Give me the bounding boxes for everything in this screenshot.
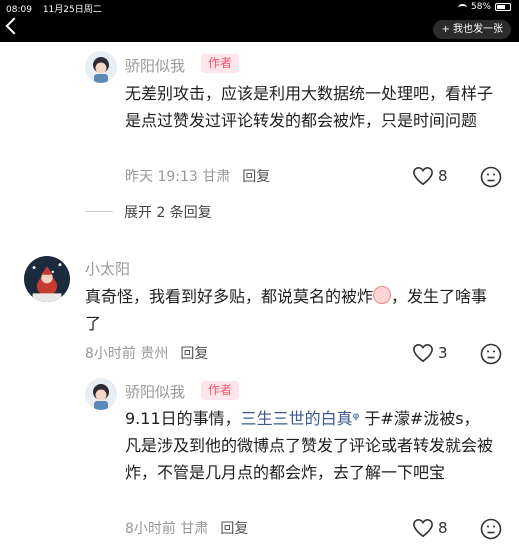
like-count: 3 xyxy=(438,344,448,362)
system-indicators: 58% xyxy=(457,2,511,12)
mention-link[interactable]: 三生三世的白真 xyxy=(241,409,353,428)
search-icon[interactable]: ᵠ xyxy=(353,409,360,428)
comment-meta: 8小时前 贵州 回复 xyxy=(85,343,208,363)
comment-time-location: 8小时前 贵州 xyxy=(85,346,169,362)
status-date: 11月25日周二 xyxy=(42,5,102,15)
dislike-icon[interactable] xyxy=(480,166,502,188)
avatar[interactable] xyxy=(85,378,117,410)
author-badge: 作者 xyxy=(201,54,240,73)
like-button[interactable]: 8 xyxy=(412,166,448,186)
comment-text-part: 9.11日的事情， xyxy=(125,409,241,428)
avatar[interactable] xyxy=(24,256,70,302)
comment-text-part: 真奇怪，我看到好多贴，都说莫名的被炸 xyxy=(85,287,374,306)
avatar-image xyxy=(85,51,117,83)
comment-time-location: 昨天 19:13 甘肃 xyxy=(125,169,231,185)
like-button[interactable]: 3 xyxy=(412,343,448,363)
comment-text: 真奇怪，我看到好多贴，都说莫名的被炸 ，发生了啥事了 xyxy=(85,283,495,337)
comment-author[interactable]: 骄阳似我 xyxy=(125,381,185,402)
status-time: 08:09 xyxy=(6,5,32,15)
back-icon[interactable] xyxy=(5,17,23,35)
top-bar: 08:09 11月25日周二 58% + 我也发一张 xyxy=(0,0,519,42)
expand-replies-button[interactable]: 展开 2 条回复 xyxy=(124,202,212,222)
comment-author[interactable]: 小太阳 xyxy=(85,258,130,279)
divider xyxy=(85,211,113,212)
heart-icon xyxy=(413,166,433,186)
crying-emoji-icon xyxy=(373,286,392,304)
comment-author[interactable]: 骄阳似我 xyxy=(125,55,185,76)
heart-icon xyxy=(413,518,433,538)
wifi-icon xyxy=(457,3,467,11)
avatar-image xyxy=(24,256,70,302)
like-button[interactable]: 8 xyxy=(412,518,448,538)
comment-time-location: 8小时前 甘肃 xyxy=(125,521,209,537)
reply-button[interactable]: 回复 xyxy=(220,521,248,537)
dislike-icon[interactable] xyxy=(480,518,502,540)
battery-icon xyxy=(495,3,511,11)
author-badge: 作者 xyxy=(201,381,240,400)
reply-button[interactable]: 回复 xyxy=(180,346,208,362)
avatar-image xyxy=(85,378,117,410)
reply-button[interactable]: 回复 xyxy=(242,169,270,185)
like-count: 8 xyxy=(438,167,448,185)
comment-meta: 昨天 19:13 甘肃 回复 xyxy=(125,166,270,186)
comment-text: 9.11日的事情，三生三世的白真ᵠ 于#濛#泷被s，凡是涉及到他的微博点了赞发了… xyxy=(125,405,495,486)
avatar[interactable] xyxy=(85,51,117,83)
new-post-button[interactable]: + 我也发一张 xyxy=(433,20,511,39)
like-count: 8 xyxy=(438,519,448,537)
status-bar: 08:09 11月25日周二 xyxy=(6,2,110,15)
heart-icon xyxy=(413,343,433,363)
battery-percent: 58% xyxy=(470,2,491,12)
comment-text: 无差别攻击，应该是利用大数据统一处理吧，看样子是点过赞发过评论转发的都会被炸，只… xyxy=(125,84,494,130)
comment-meta: 8小时前 甘肃 回复 xyxy=(125,518,248,538)
dislike-icon[interactable] xyxy=(480,343,502,365)
